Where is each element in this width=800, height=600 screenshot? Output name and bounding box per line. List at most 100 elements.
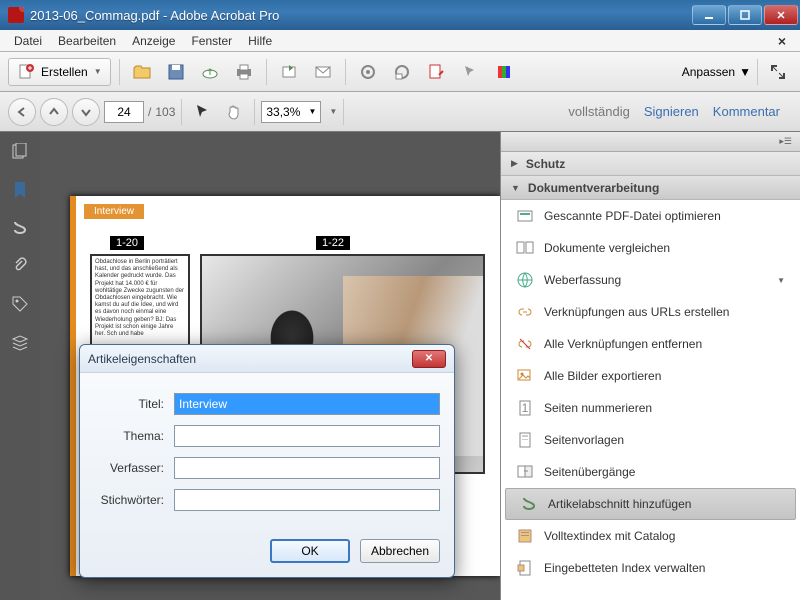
panel-security[interactable]: ▶ Schutz <box>501 152 800 176</box>
menu-close-icon[interactable]: × <box>770 31 794 51</box>
unlink-icon <box>516 335 534 353</box>
compare-icon <box>516 239 534 257</box>
page-prev-button[interactable] <box>8 98 36 126</box>
window-title: 2013-06_Commag.pdf - Adobe Acrobat Pro <box>30 8 690 23</box>
floppy-icon <box>167 63 185 81</box>
cursor-icon <box>193 103 211 121</box>
tool1-button[interactable] <box>354 58 382 86</box>
create-button[interactable]: Erstellen ▼ <box>8 58 111 86</box>
navigation-pane <box>0 132 40 600</box>
article-icon <box>11 219 29 237</box>
ok-button[interactable]: OK <box>270 539 350 563</box>
svg-text:1: 1 <box>522 401 529 415</box>
input-title[interactable] <box>174 393 440 415</box>
item-compare-docs[interactable]: Dokumente vergleichen <box>501 232 800 264</box>
pages-icon <box>11 143 29 161</box>
zoom-value: 33,3% <box>266 105 300 119</box>
menu-help[interactable]: Hilfe <box>240 32 280 50</box>
input-author[interactable] <box>174 457 440 479</box>
item-number-pages[interactable]: 1Seiten nummerieren <box>501 392 800 424</box>
menu-file[interactable]: Datei <box>6 32 50 50</box>
article-add-icon <box>520 495 538 513</box>
hand-button[interactable] <box>220 98 248 126</box>
bookmarks-tab[interactable] <box>10 180 30 200</box>
article-heading: Interview <box>84 204 144 219</box>
layers-tab[interactable] <box>10 332 30 352</box>
zoom-dropdown-icon[interactable]: ▼ <box>329 107 337 116</box>
triangle-down-icon: ▼ <box>511 183 520 193</box>
page-number-input[interactable] <box>104 101 144 123</box>
menu-window[interactable]: Fenster <box>183 32 240 50</box>
edit-pdf-icon <box>427 63 445 81</box>
cancel-button[interactable]: Abbrechen <box>360 539 440 563</box>
template-icon <box>516 431 534 449</box>
print-button[interactable] <box>230 58 258 86</box>
item-create-links[interactable]: Verknüpfungen aus URLs erstellen <box>501 296 800 328</box>
tool2-button[interactable] <box>388 58 416 86</box>
minimize-button[interactable] <box>692 5 726 25</box>
envelope-icon <box>314 63 332 81</box>
panel-security-label: Schutz <box>526 157 565 171</box>
tools-pane-header: ▸☰ <box>501 132 800 152</box>
link-full[interactable]: vollständig <box>568 104 629 119</box>
menu-view[interactable]: Anzeige <box>124 32 183 50</box>
zoom-select[interactable]: 33,3% ▼ <box>261 101 321 123</box>
item-web-capture[interactable]: Weberfassung▼ <box>501 264 800 296</box>
thumbnails-tab[interactable] <box>10 142 30 162</box>
chevron-down-icon: ▼ <box>777 276 785 285</box>
email-button[interactable] <box>309 58 337 86</box>
hand-icon <box>225 103 243 121</box>
page-total: 103 <box>155 105 175 119</box>
article-box-tag-1: 1-20 <box>110 236 144 250</box>
chevron-down-icon: ▼ <box>308 107 316 116</box>
signatures-tab[interactable] <box>10 294 30 314</box>
item-remove-links[interactable]: Alle Verknüpfungen entfernen <box>501 328 800 360</box>
item-export-images[interactable]: Alle Bilder exportieren <box>501 360 800 392</box>
share-button[interactable] <box>275 58 303 86</box>
item-page-transitions[interactable]: Seitenübergänge <box>501 456 800 488</box>
dialog-title: Artikeleigenschaften <box>88 352 196 366</box>
triangle-right-icon: ▶ <box>511 158 518 169</box>
index-icon <box>516 559 534 577</box>
page-up-button[interactable] <box>40 98 68 126</box>
item-add-article-box[interactable]: Artikelabschnitt hinzufügen <box>505 488 796 520</box>
attachments-tab[interactable] <box>10 256 30 276</box>
expand-icon <box>769 63 787 81</box>
globe-icon <box>516 271 534 289</box>
tool4-button[interactable] <box>456 58 484 86</box>
page-down-button[interactable] <box>72 98 100 126</box>
toolbar-main: Erstellen ▼ Anpassen ▼ <box>0 52 800 92</box>
cloud-icon <box>201 63 219 81</box>
tool5-button[interactable] <box>490 58 518 86</box>
item-fulltext-catalog[interactable]: Volltextindex mit Catalog <box>501 520 800 552</box>
item-embedded-index[interactable]: Eingebetteten Index verwalten <box>501 552 800 584</box>
dialog-titlebar[interactable]: Artikeleigenschaften ✕ <box>80 345 454 373</box>
customize-label[interactable]: Anpassen <box>682 65 735 79</box>
item-page-templates[interactable]: Seitenvorlagen <box>501 424 800 456</box>
panel-menu-icon[interactable]: ▸☰ <box>779 136 792 147</box>
arrow-left-icon <box>16 106 28 118</box>
item-optimize-scanned[interactable]: Gescannte PDF-Datei optimieren <box>501 200 800 232</box>
panel-doc-processing[interactable]: ▼ Dokumentverarbeitung <box>501 176 800 200</box>
articles-tab[interactable] <box>10 218 30 238</box>
select-button[interactable] <box>188 98 216 126</box>
image-export-icon <box>516 367 534 385</box>
menu-edit[interactable]: Bearbeiten <box>50 32 124 50</box>
close-button[interactable] <box>764 5 798 25</box>
open-button[interactable] <box>128 58 156 86</box>
article-box-tag-2: 1-22 <box>316 236 350 250</box>
maximize-button[interactable] <box>728 5 762 25</box>
share-icon <box>280 63 298 81</box>
window-titlebar: 2013-06_Commag.pdf - Adobe Acrobat Pro <box>0 0 800 30</box>
fullscreen-button[interactable] <box>764 58 792 86</box>
link-comment[interactable]: Kommentar <box>713 104 780 119</box>
input-keywords[interactable] <box>174 489 440 511</box>
dialog-close-button[interactable]: ✕ <box>412 350 446 368</box>
link-sign[interactable]: Signieren <box>644 104 699 119</box>
chevron-down-icon: ▼ <box>94 67 102 76</box>
cloud-button[interactable] <box>196 58 224 86</box>
save-button[interactable] <box>162 58 190 86</box>
tool3-button[interactable] <box>422 58 450 86</box>
input-theme[interactable] <box>174 425 440 447</box>
select-tool-icon <box>461 63 479 81</box>
